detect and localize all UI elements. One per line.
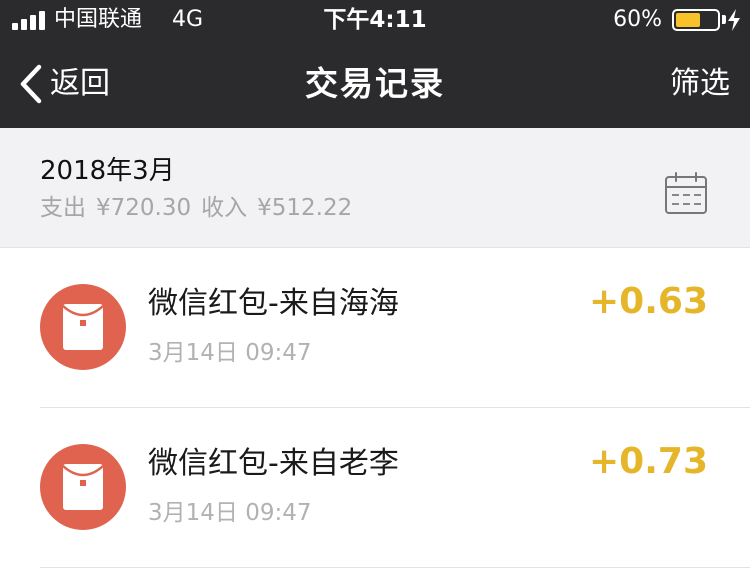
- red-packet-icon: [62, 464, 104, 510]
- battery-level-fill: [676, 13, 700, 27]
- income-label: 收入: [201, 195, 248, 221]
- transaction-title: 微信红包-来自海海: [148, 286, 399, 321]
- red-packet-avatar: [40, 284, 126, 370]
- transaction-row[interactable]: 微信红包-来自海海 3月14日 09:47 +0.63: [0, 248, 750, 408]
- transaction-time: 3月14日 09:47: [148, 500, 312, 526]
- page-title: 交易记录: [305, 64, 445, 103]
- transaction-row[interactable]: 微信红包-来自老李 3月14日 09:47 +0.73: [0, 408, 750, 568]
- red-packet-icon: [62, 304, 104, 350]
- calendar-icon[interactable]: [664, 172, 708, 216]
- status-bar: 中国联通 4G 下午4:11 60%: [0, 0, 750, 40]
- charging-bolt-icon: [728, 9, 740, 31]
- filter-button[interactable]: 筛选: [670, 62, 730, 106]
- expense-amount: ¥720.30: [96, 195, 192, 221]
- transaction-amount: +0.63: [589, 281, 708, 322]
- month-totals: 支出 ¥720.30 收入 ¥512.22: [40, 192, 362, 224]
- navigation-bar: 返回 交易记录 筛选: [0, 40, 750, 128]
- transaction-list: 微信红包-来自海海 3月14日 09:47 +0.63 微信红包-来自老李 3月…: [0, 248, 750, 568]
- transaction-title: 微信红包-来自老李: [148, 446, 399, 481]
- month-label[interactable]: 2018年3月: [40, 154, 175, 188]
- battery-icon: [672, 9, 720, 31]
- income-amount: ¥512.22: [257, 195, 353, 221]
- top-chrome: 中国联通 4G 下午4:11 60% 返回 交易记录 筛选: [0, 0, 750, 128]
- battery-percent: 60%: [613, 7, 662, 32]
- month-summary: 2018年3月 支出 ¥720.30 收入 ¥512.22: [0, 128, 750, 248]
- expense-label: 支出: [40, 195, 86, 221]
- app-screen: 中国联通 4G 下午4:11 60% 返回 交易记录 筛选 2018年3月 支出…: [0, 0, 750, 568]
- transaction-time: 3月14日 09:47: [148, 340, 312, 366]
- red-packet-avatar: [40, 444, 126, 530]
- transaction-amount: +0.73: [589, 441, 708, 482]
